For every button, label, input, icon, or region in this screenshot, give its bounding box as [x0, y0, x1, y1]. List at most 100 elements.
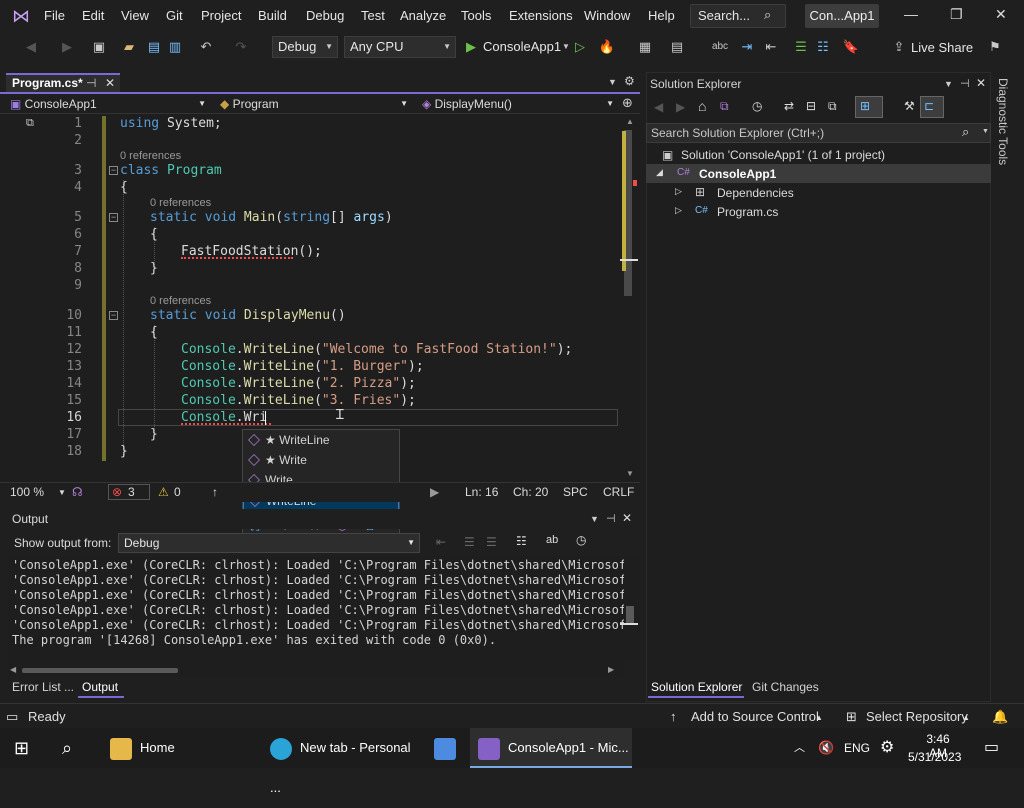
search-icon[interactable]: ⌕ — [62, 728, 82, 768]
close-window-icon[interactable]: ✕ — [995, 6, 1007, 23]
taskbar-visual-studio[interactable]: ConsoleApp1 - Mic... — [470, 728, 632, 768]
add-source-control-button[interactable]: Add to Source Control — [691, 709, 819, 724]
completion-item[interactable]: ★ Write — [243, 450, 399, 470]
tab-error-list[interactable]: Error List ... — [12, 680, 74, 694]
tree-dependencies[interactable]: Dependencies — [717, 186, 794, 200]
sync-icon[interactable]: ⇄ — [784, 99, 794, 113]
outdent-icon[interactable]: ☷ — [814, 38, 832, 56]
hot-reload-icon[interactable]: 🔥 — [598, 38, 616, 56]
live-share-button[interactable]: Live Share — [911, 40, 973, 55]
scroll-thumb[interactable] — [22, 668, 178, 673]
close-panel-icon[interactable]: ✕ — [622, 511, 632, 525]
indent-icon[interactable]: ☰ — [792, 38, 810, 56]
tree-program-cs[interactable]: Program.cs — [717, 205, 778, 219]
windows-start-icon[interactable]: ⊞ — [14, 728, 34, 768]
scroll-thumb[interactable] — [626, 606, 634, 624]
menu-build[interactable]: Build — [258, 8, 287, 23]
class-nav-select[interactable]: ◆ Program ▼ — [220, 96, 412, 113]
search-icon[interactable]: ⌕ — [962, 124, 969, 140]
menu-file[interactable]: File — [44, 8, 65, 23]
code-editor[interactable] — [0, 114, 624, 482]
start-debug-button[interactable]: ConsoleApp1 — [483, 39, 561, 54]
collapsed-icon[interactable]: ▷ — [675, 186, 682, 197]
chevron-up-icon[interactable]: ▲ — [815, 713, 823, 722]
expanded-icon[interactable]: ◢ — [656, 167, 663, 178]
member-nav-select[interactable]: ◈ DisplayMenu() ▼ — [422, 96, 618, 113]
clear-all-icon[interactable]: ☷ — [516, 534, 527, 548]
language-indicator[interactable]: ENG — [844, 728, 870, 768]
timestamp-icon[interactable]: ◷ — [576, 533, 586, 547]
codelens-references[interactable]: 0 references — [150, 295, 211, 307]
taskbar-explorer[interactable]: Home — [104, 728, 254, 768]
solution-name-button[interactable]: Con...App1 — [805, 4, 879, 28]
chevron-down-icon[interactable]: ▼ — [58, 488, 66, 497]
settings-gear-icon[interactable]: ⚙ — [624, 74, 635, 88]
step-icon[interactable]: ⇤ — [762, 38, 780, 56]
undo-icon[interactable]: ↶ — [197, 38, 215, 56]
filter-icon[interactable]: ⊞ — [860, 99, 870, 113]
collapse-all-icon[interactable]: ⊟ — [806, 99, 816, 113]
volume-muted-icon[interactable]: 🔇 — [818, 728, 834, 768]
forward-icon[interactable]: ▶ — [676, 100, 685, 114]
chevron-down-icon[interactable]: ▼ — [590, 514, 599, 524]
codelens-references[interactable]: 0 references — [150, 197, 211, 209]
menu-tools[interactable]: Tools — [461, 8, 491, 23]
scroll-right-icon[interactable]: ▶ — [608, 665, 614, 674]
close-tab-icon[interactable]: ✕ — [105, 75, 115, 92]
zoom-level[interactable]: 100 % — [10, 485, 44, 499]
spell-check-icon[interactable]: abc — [711, 38, 729, 56]
arrow-up-icon[interactable]: ↑ — [670, 709, 677, 724]
navigate-forward-icon[interactable]: ▶ — [58, 38, 76, 56]
feedback-icon[interactable]: ⚑ — [986, 38, 1004, 56]
select-repository-button[interactable]: Select Repository — [866, 709, 968, 724]
start-debug-icon[interactable]: ▶ — [462, 38, 480, 56]
breakpoint-icon[interactable]: ⇥ — [738, 38, 756, 56]
switch-views-icon[interactable]: ⧉ — [720, 99, 729, 114]
start-without-debug-icon[interactable]: ▷ — [571, 38, 589, 56]
pin-icon[interactable]: ⊣ — [86, 75, 96, 92]
scroll-right-icon[interactable]: ▶ — [430, 485, 439, 499]
global-search-box[interactable]: Search... — [690, 4, 786, 28]
menu-git[interactable]: Git — [166, 8, 183, 23]
completion-item[interactable]: ★ WriteLine — [243, 430, 399, 450]
properties-icon[interactable]: ⚒ — [904, 99, 915, 113]
new-project-icon[interactable]: ▣ — [90, 38, 108, 56]
menu-window[interactable]: Window — [584, 8, 630, 23]
pin-icon[interactable]: ⊣ — [960, 77, 970, 90]
chevron-up-icon[interactable]: ▲ — [962, 713, 970, 722]
tree-solution[interactable]: Solution 'ConsoleApp1' (1 of 1 project) — [681, 148, 885, 162]
tab-solution-explorer[interactable]: Solution Explorer — [651, 680, 742, 694]
code-action-icon[interactable]: ⧉ — [26, 117, 34, 130]
save-icon[interactable]: ▤ — [145, 38, 163, 56]
codelens-references[interactable]: 0 references — [120, 150, 181, 162]
project-nav-select[interactable]: ▣ ConsoleApp1 ▼ — [10, 96, 210, 113]
error-squiggle[interactable] — [181, 423, 271, 425]
menu-test[interactable]: Test — [361, 8, 385, 23]
pin-icon[interactable]: ⊣ — [606, 512, 616, 525]
taskbar-edge[interactable]: New tab - Personal ... — [264, 728, 420, 795]
menu-extensions[interactable]: Extensions — [509, 8, 573, 23]
save-all-icon[interactable]: ▥ — [166, 38, 184, 56]
close-panel-icon[interactable]: ✕ — [976, 76, 986, 90]
collapse-icon[interactable]: − — [109, 311, 118, 320]
chevron-down-icon[interactable]: ▼ — [944, 79, 953, 89]
collapse-icon[interactable]: − — [109, 213, 118, 222]
bookmark-icon[interactable]: 🔖 — [842, 38, 860, 56]
notifications-icon[interactable]: 🔔 — [992, 709, 1008, 725]
error-squiggle[interactable] — [181, 257, 293, 259]
browse-icon[interactable]: ▦ — [636, 38, 654, 56]
scroll-down-icon[interactable]: ▼ — [626, 469, 634, 478]
menu-help[interactable]: Help — [648, 8, 675, 23]
diagnostic-tools-tab[interactable]: Diagnostic Tools — [996, 78, 1010, 165]
tree-project[interactable]: ConsoleApp1 — [699, 167, 776, 181]
notification-center-icon[interactable]: ▭ — [984, 728, 999, 768]
visual-studio-logo-icon[interactable]: ⋈ — [8, 6, 34, 26]
collapse-icon[interactable]: − — [109, 166, 118, 175]
find-prev-icon[interactable]: ☰ — [464, 535, 475, 549]
arrow-up-icon[interactable]: ↑ — [212, 485, 218, 499]
redo-icon[interactable]: ↷ — [232, 38, 250, 56]
menu-view[interactable]: View — [121, 8, 149, 23]
tab-git-changes[interactable]: Git Changes — [752, 680, 819, 694]
split-editor-icon[interactable]: ⊕ — [622, 95, 633, 111]
show-all-files-icon[interactable]: ⧉ — [828, 99, 837, 114]
